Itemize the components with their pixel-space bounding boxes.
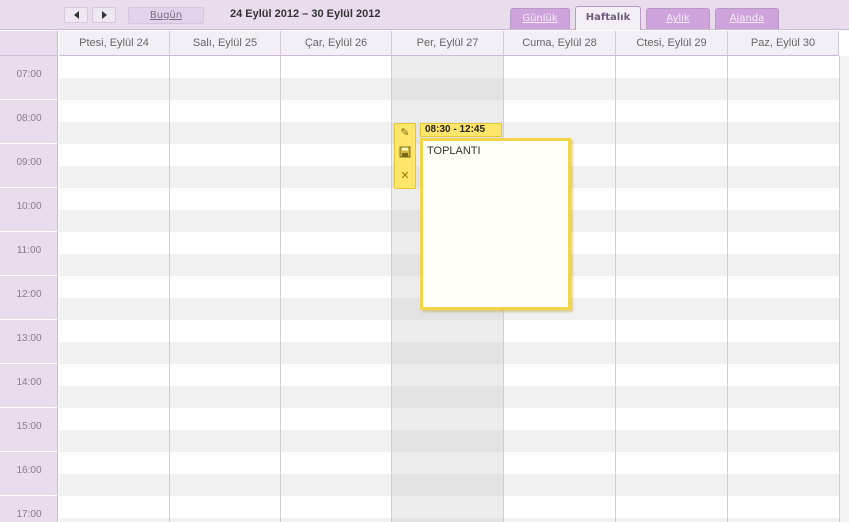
day-header-sun[interactable]: Paz, Eylül 30 [728, 31, 839, 56]
day-header-fri[interactable]: Cuma, Eylül 28 [504, 31, 616, 56]
event-card[interactable]: TOPLANTI [420, 138, 571, 310]
hour-label: 14:00 [0, 364, 57, 408]
floppy-disk-shape [399, 146, 411, 158]
prev-week-button[interactable] [64, 7, 88, 23]
hour-label: 15:00 [0, 408, 57, 452]
hour-label: 12:00 [0, 276, 57, 320]
save-icon[interactable] [398, 146, 412, 162]
pencil-icon[interactable]: ✎ [398, 125, 412, 141]
calendar-toolbar: Bugün 24 Eylül 2012 – 30 Eylül 2012 Günl… [0, 0, 849, 30]
column-divider [169, 56, 170, 522]
vertical-scrollbar[interactable] [839, 56, 849, 522]
hour-label: 16:00 [0, 452, 57, 496]
header-corner [0, 31, 58, 56]
column-divider [391, 56, 392, 522]
chevron-left-icon [73, 11, 79, 19]
tab-agenda[interactable]: Ajanda [715, 8, 779, 29]
day-header-sat[interactable]: Ctesi, Eylül 29 [616, 31, 728, 56]
tab-daily[interactable]: Günlük [510, 8, 570, 29]
event-time-label[interactable]: 08:30 - 12:45 [420, 123, 502, 137]
tab-monthly[interactable]: Aylık [646, 8, 710, 29]
date-range-title: 24 Eylül 2012 – 30 Eylül 2012 [230, 8, 381, 20]
delete-icon[interactable]: ✕ [398, 168, 412, 184]
today-button[interactable]: Bugün [128, 7, 204, 24]
event-toolbar: ✎ ✕ [394, 123, 416, 189]
hour-label: 11:00 [0, 232, 57, 276]
hour-label: 10:00 [0, 188, 57, 232]
column-divider [615, 56, 616, 522]
column-divider [727, 56, 728, 522]
hour-label: 17:00 [0, 496, 57, 522]
tab-weekly[interactable]: Haftalık [575, 6, 641, 30]
next-week-button[interactable] [92, 7, 116, 23]
event-title: TOPLANTI [427, 145, 481, 157]
day-header-mon[interactable]: Ptesi, Eylül 24 [59, 31, 170, 56]
hour-label: 09:00 [0, 144, 57, 188]
time-column: 07:00 08:00 09:00 10:00 11:00 12:00 13:0… [0, 56, 58, 522]
day-header-wed[interactable]: Çar, Eylül 26 [281, 31, 392, 56]
hour-label: 13:00 [0, 320, 57, 364]
day-header-tue[interactable]: Salı, Eylül 25 [170, 31, 281, 56]
hour-label: 07:00 [0, 56, 57, 100]
chevron-right-icon [101, 11, 107, 19]
day-header-thu[interactable]: Per, Eylül 27 [392, 31, 504, 56]
hour-label: 08:00 [0, 100, 57, 144]
column-divider [280, 56, 281, 522]
